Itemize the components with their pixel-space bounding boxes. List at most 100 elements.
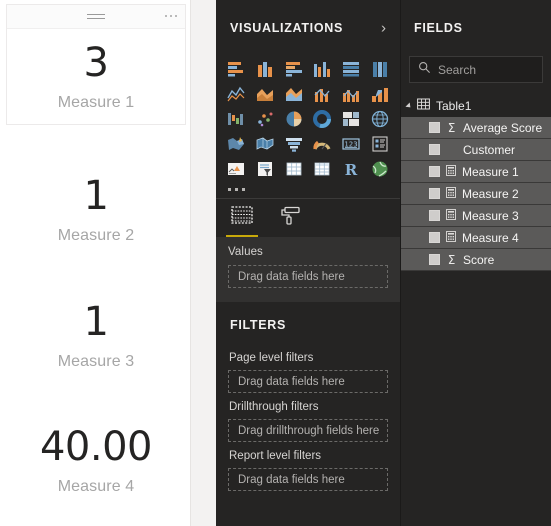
- filters-body: Page level filters Drag data fields here…: [216, 352, 400, 491]
- fields-table-name: Table1: [436, 99, 472, 113]
- card-visual-measure-3[interactable]: 1 Measure 3: [6, 302, 186, 371]
- filled-map-icon[interactable]: [223, 133, 250, 155]
- fields-grid-icon: [230, 205, 254, 232]
- drag-handle-icon[interactable]: [87, 14, 105, 22]
- fields-tree: Table1 Σ Average Score Customer Measure …: [401, 95, 551, 271]
- paint-roller-icon: [278, 205, 302, 232]
- field-checkbox[interactable]: [429, 144, 440, 155]
- hundred-percent-stacked-bar-chart-icon[interactable]: [338, 58, 365, 80]
- scatter-chart-icon[interactable]: [252, 108, 279, 130]
- canvas-page[interactable]: 3 Measure 1 1 Measure 2 1 Measure 3 40.0…: [0, 0, 190, 526]
- svg-text:R: R: [345, 161, 358, 178]
- visualization-type-gallery: 123 R: [216, 56, 400, 180]
- card-value: 3: [83, 39, 109, 86]
- area-chart-icon[interactable]: [252, 83, 279, 105]
- triangle-expanded-icon[interactable]: [405, 102, 413, 110]
- report-level-filters-label: Report level filters: [229, 450, 322, 462]
- field-label: Measure 4: [462, 230, 519, 245]
- field-item-customer[interactable]: Customer: [401, 139, 551, 161]
- ellipsis-icon[interactable]: [165, 15, 177, 17]
- field-checkbox[interactable]: [429, 166, 440, 177]
- treemap-icon[interactable]: [338, 108, 365, 130]
- field-checkbox[interactable]: [429, 232, 440, 243]
- card-visual-body: 3 Measure 1: [7, 29, 185, 125]
- clustered-bar-chart-icon[interactable]: [280, 58, 307, 80]
- stacked-column-chart-icon[interactable]: [252, 58, 279, 80]
- field-item-measure-3[interactable]: Measure 3: [401, 205, 551, 227]
- r-script-visual-icon[interactable]: R: [338, 158, 365, 180]
- field-label: Customer: [463, 142, 516, 157]
- tab-format[interactable]: [278, 205, 302, 237]
- line-stacked-column-chart-icon[interactable]: [309, 83, 336, 105]
- filters-header: FILTERS: [216, 302, 400, 344]
- clustered-column-chart-icon[interactable]: [309, 58, 336, 80]
- donut-chart-icon[interactable]: [309, 108, 336, 130]
- field-item-measure-4[interactable]: Measure 4: [401, 227, 551, 249]
- fields-title: FIELDS: [414, 21, 463, 35]
- values-dropzone[interactable]: Drag data fields here: [228, 265, 388, 288]
- pie-chart-icon[interactable]: [280, 108, 307, 130]
- table-icon: [417, 97, 430, 115]
- chevron-right-icon[interactable]: ›: [381, 21, 386, 36]
- line-clustered-column-chart-icon[interactable]: [338, 83, 365, 105]
- page-level-filters-dropzone[interactable]: Drag data fields here: [228, 370, 388, 393]
- stacked-bar-chart-icon[interactable]: [223, 58, 250, 80]
- funnel-chart-icon[interactable]: [280, 133, 307, 155]
- matrix-icon[interactable]: [309, 158, 336, 180]
- field-label: Measure 1: [462, 164, 519, 179]
- kpi-icon[interactable]: [223, 158, 250, 180]
- card-label: Measure 3: [57, 353, 135, 370]
- more-visuals-ellipsis-icon[interactable]: [216, 180, 400, 198]
- card-visual-measure-4[interactable]: 40.00 Measure 4: [6, 427, 186, 496]
- page-level-filters-label: Page level filters: [229, 352, 314, 364]
- power-bi-report-editor: 3 Measure 1 1 Measure 2 1 Measure 3 40.0…: [0, 0, 551, 526]
- field-checkbox[interactable]: [429, 254, 440, 265]
- field-checkbox[interactable]: [429, 122, 440, 133]
- field-checkbox[interactable]: [429, 188, 440, 199]
- canvas-scrollbar[interactable]: [190, 0, 216, 526]
- card-visual-measure-2[interactable]: 1 Measure 2: [6, 176, 186, 245]
- report-canvas: 3 Measure 1 1 Measure 2 1 Measure 3 40.0…: [0, 0, 216, 526]
- fields-table-node[interactable]: Table1: [401, 95, 551, 117]
- card-visual-header: [7, 5, 185, 29]
- card-visual-measure-1[interactable]: 3 Measure 1: [6, 4, 186, 125]
- slicer-icon[interactable]: [252, 158, 279, 180]
- field-item-measure-1[interactable]: Measure 1: [401, 161, 551, 183]
- hundred-percent-stacked-column-chart-icon[interactable]: [366, 58, 393, 80]
- waterfall-chart-icon[interactable]: [223, 108, 250, 130]
- field-label: Measure 3: [462, 208, 519, 223]
- card-value: 1: [83, 299, 109, 345]
- card-icon[interactable]: 123: [338, 133, 365, 155]
- multi-row-card-icon[interactable]: [366, 133, 393, 155]
- tab-fields[interactable]: [226, 205, 258, 237]
- search-icon: [418, 61, 431, 79]
- shape-map-icon[interactable]: [252, 133, 279, 155]
- field-label: Score: [463, 252, 495, 267]
- card-value: 40.00: [39, 424, 153, 470]
- field-item-score[interactable]: Σ Score: [401, 249, 551, 271]
- line-chart-icon[interactable]: [223, 83, 250, 105]
- visualizations-title: VISUALIZATIONS: [230, 21, 344, 35]
- fields-header: FIELDS: [401, 0, 551, 56]
- report-level-filters-dropzone[interactable]: Drag data fields here: [228, 468, 388, 491]
- stacked-area-chart-icon[interactable]: [280, 83, 307, 105]
- canvas-scrollbar-thumb[interactable]: [198, 2, 209, 202]
- gauge-chart-icon[interactable]: [309, 133, 336, 155]
- table-icon[interactable]: [280, 158, 307, 180]
- sigma-icon: Σ: [447, 120, 456, 135]
- visualizations-header: VISUALIZATIONS ›: [216, 0, 400, 56]
- field-item-average-score[interactable]: Σ Average Score: [401, 117, 551, 139]
- arcgis-map-icon[interactable]: [366, 158, 393, 180]
- map-icon[interactable]: [366, 108, 393, 130]
- card-value: 1: [83, 173, 109, 219]
- field-item-measure-2[interactable]: Measure 2: [401, 183, 551, 205]
- calculator-icon: [446, 229, 456, 247]
- search-input[interactable]: Search: [409, 56, 543, 83]
- drillthrough-filters-dropzone[interactable]: Drag drillthrough fields here: [228, 419, 388, 442]
- search-placeholder: Search: [438, 62, 477, 77]
- card-label: Measure 4: [57, 478, 135, 495]
- card-label: Measure 1: [57, 93, 135, 111]
- values-well: Values Drag data fields here: [216, 237, 400, 302]
- field-checkbox[interactable]: [429, 210, 440, 221]
- ribbon-chart-icon[interactable]: [366, 83, 393, 105]
